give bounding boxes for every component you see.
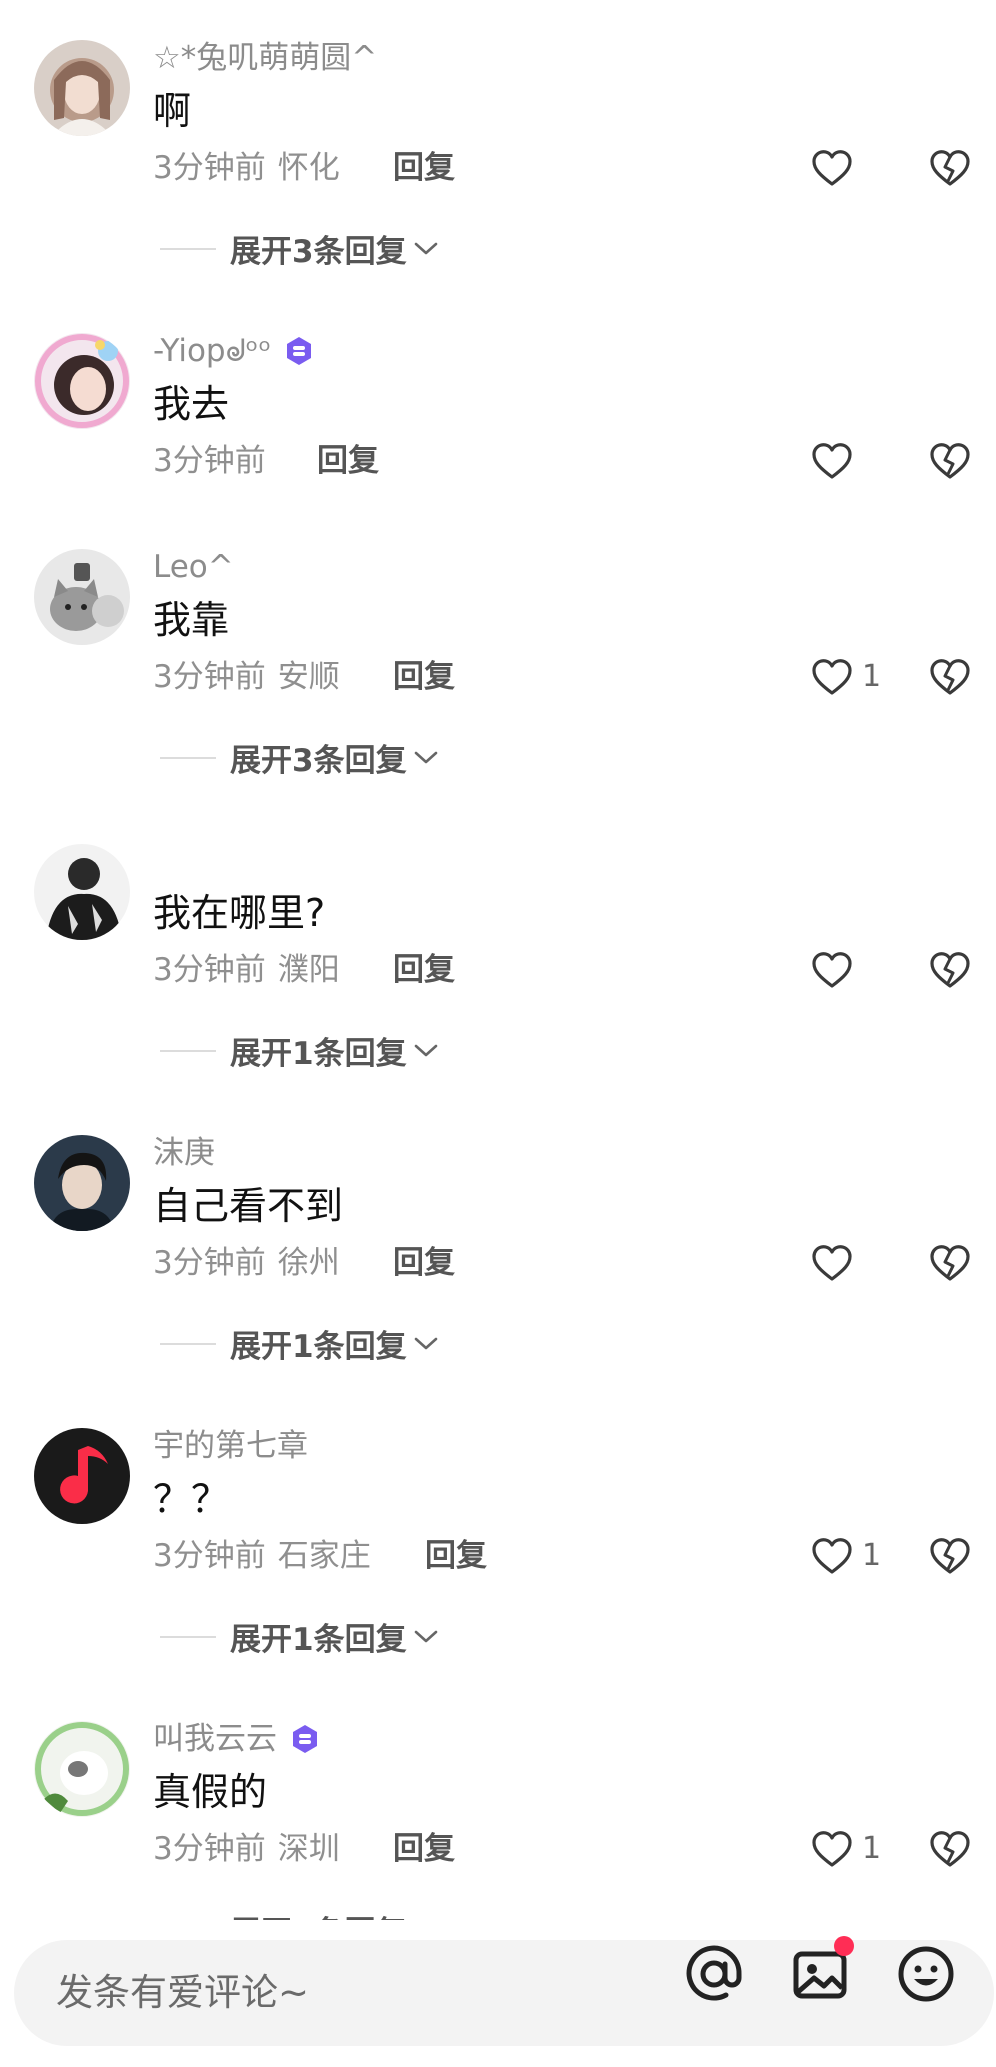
comment-text: 啊 [153,89,192,133]
comment-meta: 3分钟前 安顺 回复 [153,657,455,697]
reply-button[interactable]: 回复 [393,148,455,188]
comment-text: 我靠 [153,598,230,642]
comment-location: 徐州 [277,1245,340,1281]
comment-username[interactable]: 沫庚 [153,1133,215,1173]
avatar[interactable] [34,333,130,429]
comment-location: 石家庄 [277,1538,371,1574]
expand-replies-label: 展开1条回复 [230,1329,407,1365]
dislike-icon[interactable] [928,950,972,990]
expand-replies-label: 展开1条回复 [230,1622,407,1658]
like-icon[interactable] [810,1829,854,1869]
comment-meta: 3分钟前 濮阳 回复 [153,950,455,990]
avatar[interactable] [34,40,130,136]
avatar[interactable] [34,844,130,940]
reply-button[interactable]: 回复 [393,1829,455,1869]
dislike-icon[interactable] [928,1829,972,1869]
reply-button[interactable]: 回复 [317,441,379,481]
like-icon[interactable] [810,657,854,697]
chevron-down-icon [413,1336,439,1352]
chevron-down-icon [413,1629,439,1645]
like-icon[interactable] [810,950,854,990]
comment-username[interactable]: Leo^ [153,547,234,587]
comment-location: 安顺 [277,659,340,695]
like-icon[interactable] [810,1536,854,1576]
expand-divider [160,247,216,250]
comment-location: 濮阳 [277,952,340,988]
comment-time: 3分钟前 [153,1831,266,1867]
expand-replies-label: 展开1条回复 [230,1036,407,1072]
comment-time: 3分钟前 [153,1538,266,1574]
dislike-icon[interactable] [928,441,972,481]
dislike-icon[interactable] [928,657,972,697]
expand-replies-button[interactable]: 展开3条回复 [160,226,439,270]
comment-meta: 3分钟前 怀化 回复 [153,148,455,188]
comment-meta: 3分钟前 深圳 回复 [153,1829,455,1869]
comment-meta: 3分钟前 回复 [153,441,379,481]
comment-time: 3分钟前 [153,443,266,479]
comment-location: 深圳 [277,1831,340,1867]
comment-meta: 3分钟前 徐州 回复 [153,1243,455,1283]
expand-divider [160,1049,216,1052]
comment-input-placeholder: 发条有爱评论~ [56,1971,310,2014]
at-icon[interactable] [682,1942,746,2006]
comment-location: 怀化 [277,150,340,186]
like-count: 1 [862,1538,882,1573]
expand-replies-button[interactable]: 展开1条回复 [160,1321,439,1365]
notification-dot [834,1936,854,1956]
expand-replies-label: 展开3条回复 [230,743,407,779]
comment-time: 3分钟前 [153,150,266,186]
comment-text: 自己看不到 [153,1184,344,1228]
comment-input-bar: 发条有爱评论~ [0,1920,996,2067]
chevron-down-icon [413,750,439,766]
comment-username[interactable]: 宇的第七章 [153,1426,308,1466]
comment-text: 真假的 [153,1770,268,1814]
comment-username[interactable]: -Yiopᖙᵒᵒ [153,331,315,371]
chevron-down-icon [413,241,439,257]
expand-replies-button[interactable]: 展开1条回复 [160,1028,439,1072]
like-icon[interactable] [810,148,854,188]
dislike-icon[interactable] [928,148,972,188]
comment-time: 3分钟前 [153,659,266,695]
comment-time: 3分钟前 [153,952,266,988]
expand-divider [160,1635,216,1638]
expand-replies-button[interactable]: 展开1条回复 [160,1614,439,1658]
dislike-icon[interactable] [928,1536,972,1576]
member-badge-icon [283,335,315,367]
reply-button[interactable]: 回复 [425,1536,487,1576]
comment-text: 我在哪里? [153,891,326,935]
reply-button[interactable]: 回复 [393,657,455,697]
member-badge-icon [289,1723,321,1755]
emoji-icon[interactable] [894,1942,958,2006]
comment-text: 我去 [153,382,230,426]
expand-replies-label: 展开3条回复 [230,234,407,270]
expand-divider [160,1342,216,1345]
expand-divider [160,756,216,759]
comment-text: ？？ [153,1477,230,1521]
comment-username[interactable]: 叫我云云 [153,1719,321,1759]
avatar[interactable] [34,1721,130,1817]
like-count: 1 [862,1831,882,1866]
avatar[interactable] [34,1135,130,1231]
chevron-down-icon [413,1043,439,1059]
reply-button[interactable]: 回复 [393,950,455,990]
comment-time: 3分钟前 [153,1245,266,1281]
like-count: 1 [862,659,882,694]
like-icon[interactable] [810,441,854,481]
reply-button[interactable]: 回复 [393,1243,455,1283]
like-icon[interactable] [810,1243,854,1283]
dislike-icon[interactable] [928,1243,972,1283]
expand-replies-button[interactable]: 展开3条回复 [160,735,439,779]
avatar[interactable] [34,1428,130,1524]
comment-meta: 3分钟前 石家庄 回复 [153,1536,487,1576]
comment-username[interactable]: ☆*兔叽萌萌圆^ [153,38,377,78]
avatar[interactable] [34,549,130,645]
